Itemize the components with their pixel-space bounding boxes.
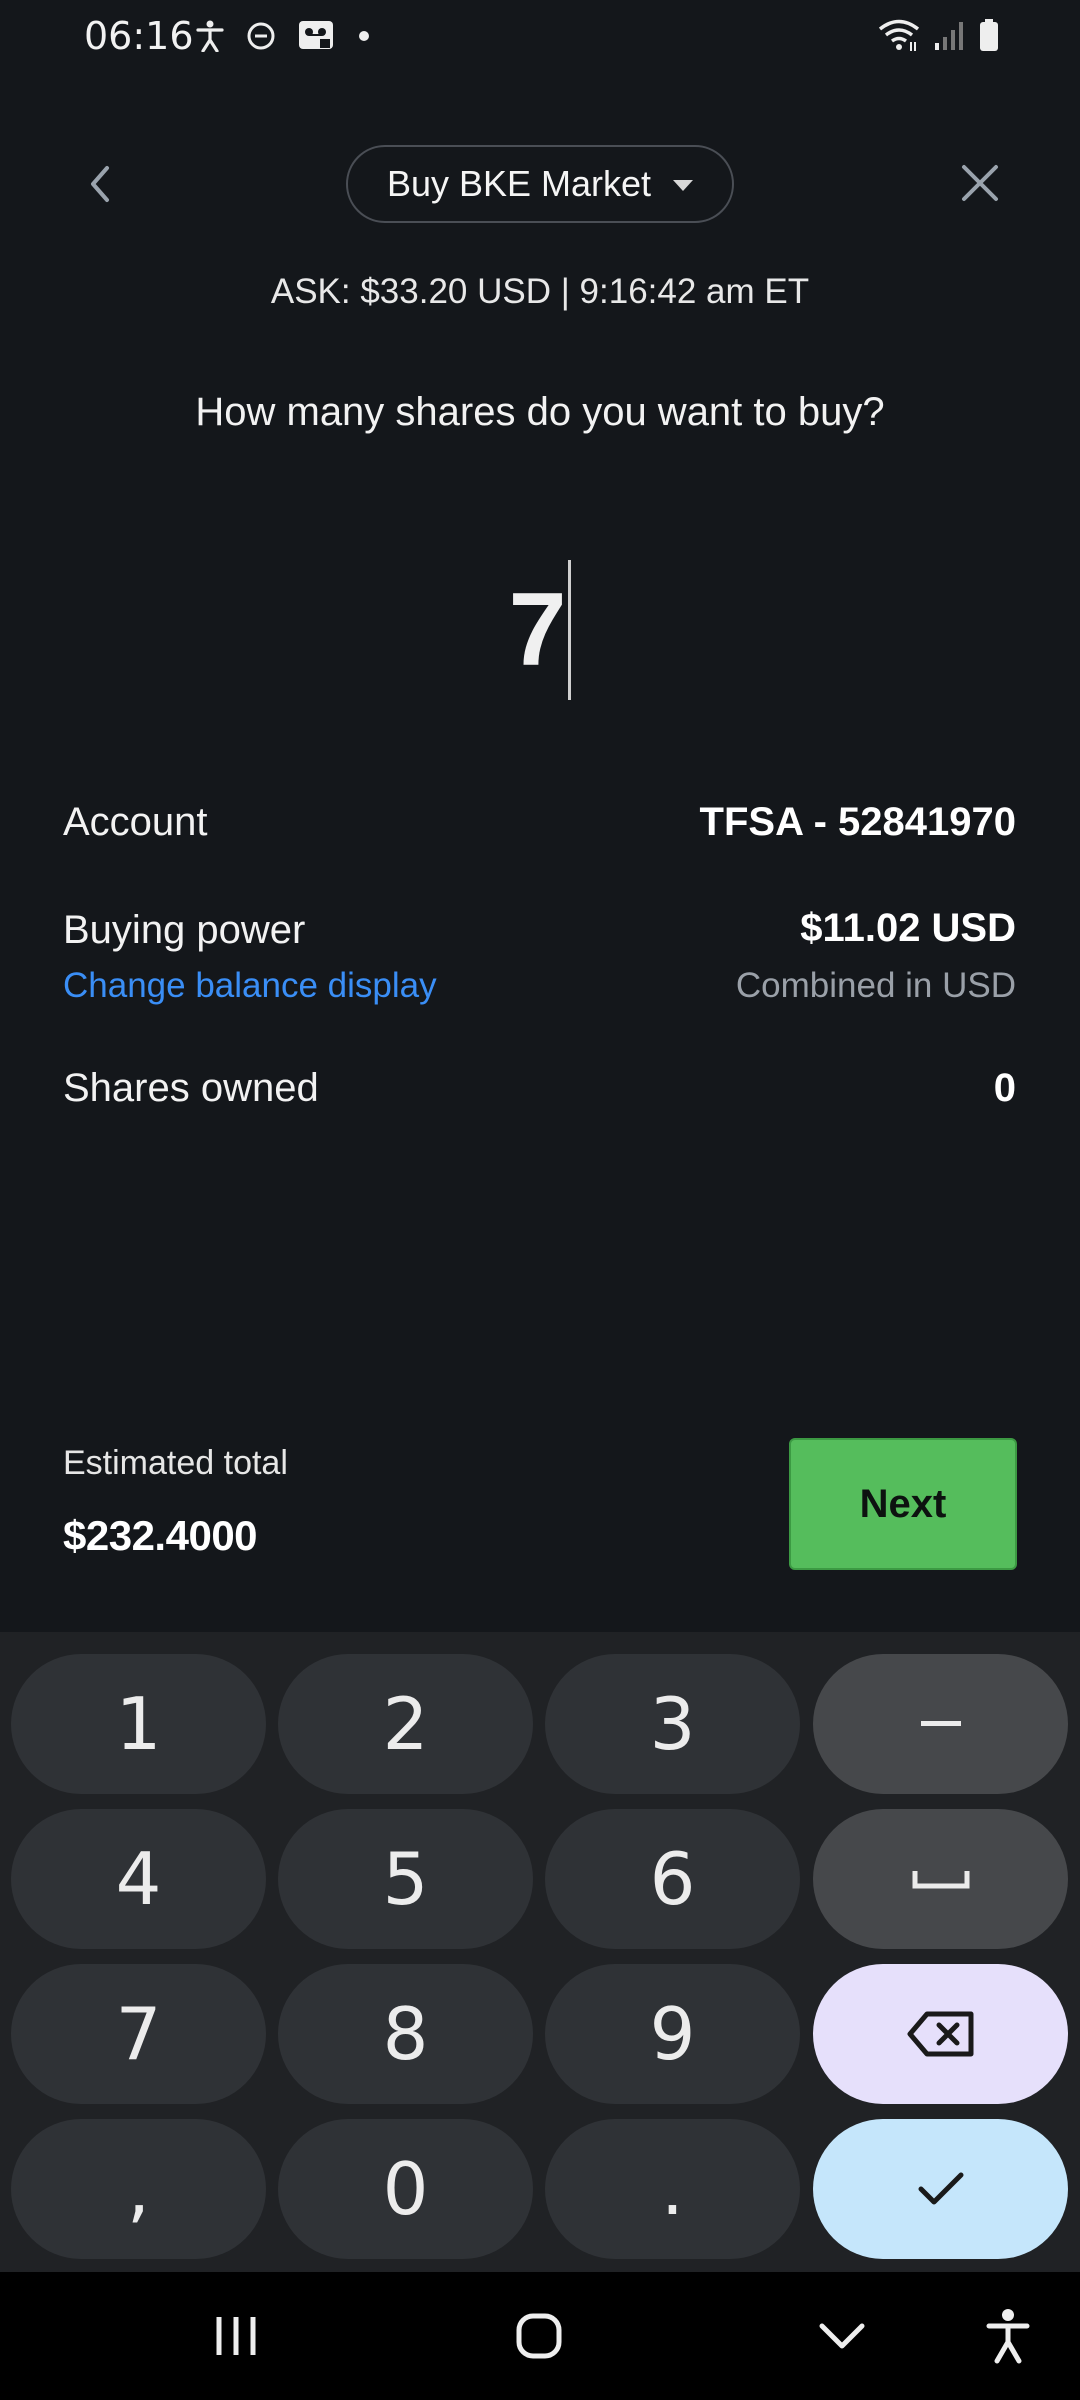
close-icon (962, 165, 998, 201)
key-5[interactable]: 5 (278, 1809, 533, 1949)
accessibility-icon (196, 20, 224, 52)
home-button[interactable] (499, 2300, 579, 2372)
status-bar: 06:16 (0, 0, 1080, 76)
quantity-value: 7 (508, 572, 567, 688)
status-icons-left (196, 20, 370, 52)
home-icon (516, 2313, 562, 2359)
quantity-question: How many shares do you want to buy? (195, 390, 885, 434)
caret-down-icon (673, 180, 694, 191)
battery-icon (980, 19, 998, 51)
recent-apps-icon (216, 2317, 256, 2355)
quantity-input[interactable]: 7 (0, 560, 1080, 700)
key-0[interactable]: 0 (278, 2119, 533, 2259)
key-8[interactable]: 8 (278, 1964, 533, 2104)
buying-power-currency-note: Combined in USD (735, 966, 1016, 1005)
key-7[interactable]: 7 (11, 1964, 266, 2104)
key-6[interactable]: 6 (545, 1809, 800, 1949)
buying-power-value: $11.02 USD (800, 906, 1016, 950)
hide-keyboard-icon (819, 2323, 865, 2349)
estimated-total-label: Estimated total (63, 1444, 288, 1482)
status-time: 06:16 (84, 14, 194, 58)
back-button[interactable] (76, 150, 124, 218)
voicemail-icon (299, 21, 333, 49)
checkmark-icon (918, 2172, 963, 2205)
chevron-left-icon (91, 166, 109, 202)
key-backspace[interactable] (813, 1964, 1068, 2104)
order-type-dropdown[interactable]: Buy BKE Market (346, 145, 734, 223)
space-icon (912, 1871, 969, 1889)
system-nav-bar (0, 2272, 1080, 2400)
accessibility-icon (986, 2309, 1030, 2364)
key-9[interactable]: 9 (545, 1964, 800, 2104)
accessibility-button[interactable] (968, 2300, 1048, 2372)
order-type-label: Buy BKE Market (386, 163, 652, 204)
notification-dot-icon (359, 31, 369, 41)
shares-owned-label: Shares owned (63, 1066, 319, 1110)
estimated-total-value: $232.4000 (63, 1512, 258, 1559)
change-balance-display-link[interactable]: Change balance display (63, 966, 437, 1006)
buying-power-label: Buying power (63, 908, 306, 952)
status-icons-right (878, 18, 1000, 52)
key-2[interactable]: 2 (278, 1654, 533, 1794)
account-label: Account (63, 800, 208, 844)
text-cursor (568, 560, 572, 700)
key-minus[interactable] (813, 1654, 1068, 1794)
backspace-icon (907, 2011, 973, 2057)
key-space[interactable] (813, 1809, 1068, 1949)
close-button[interactable] (952, 152, 1008, 214)
wifi-icon (878, 19, 920, 51)
key-4[interactable]: 4 (11, 1809, 266, 1949)
key-1[interactable]: 1 (11, 1654, 266, 1794)
numeric-keyboard: 1 2 3 4 5 6 7 8 9 , 0 . (0, 1632, 1080, 2272)
key-3[interactable]: 3 (545, 1654, 800, 1794)
do-not-disturb-icon (247, 22, 275, 50)
hide-keyboard-button[interactable] (802, 2300, 882, 2372)
key-done[interactable] (813, 2119, 1068, 2259)
next-button[interactable]: Next (789, 1438, 1017, 1570)
key-period[interactable]: . (545, 2119, 800, 2259)
key-comma[interactable]: , (11, 2119, 266, 2259)
recent-apps-button[interactable] (196, 2300, 276, 2372)
account-value: TFSA - 52841970 (699, 800, 1016, 844)
shares-owned-value: 0 (993, 1066, 1016, 1110)
minus-icon (920, 1721, 961, 1726)
ask-price-line: ASK: $33.20 USD | 9:16:42 am ET (270, 272, 810, 311)
cell-signal-icon (935, 22, 963, 50)
